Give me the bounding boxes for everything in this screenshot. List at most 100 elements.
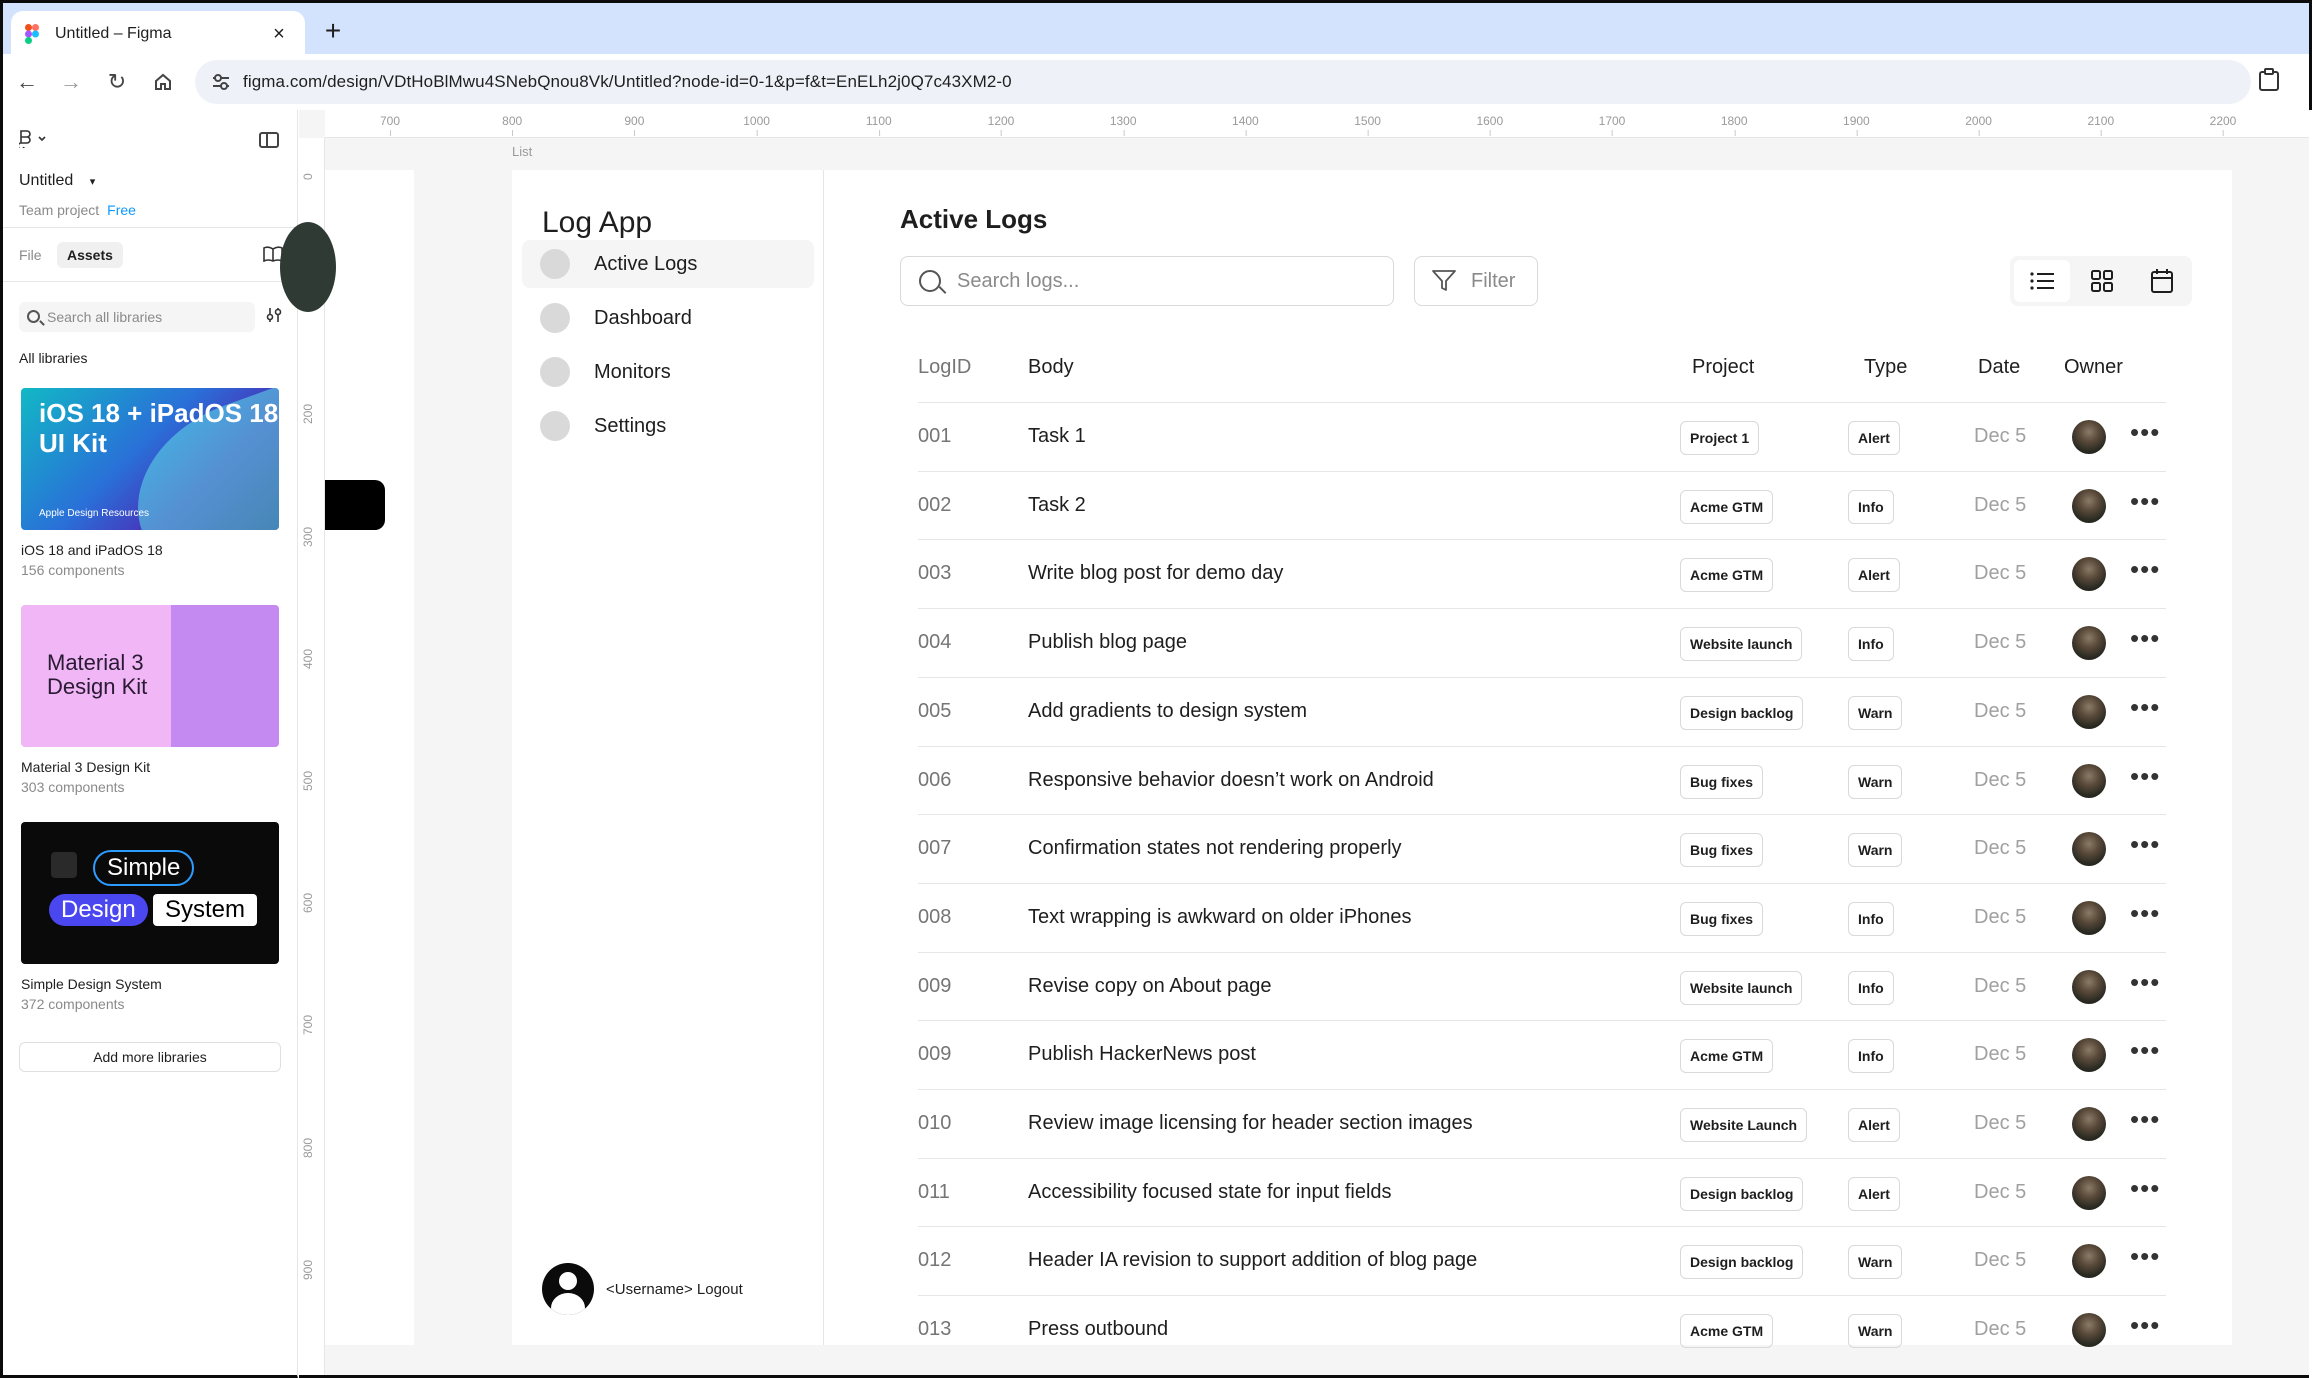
- project-tag[interactable]: Acme GTM: [1680, 558, 1774, 593]
- panel-toggle-icon[interactable]: [259, 132, 279, 148]
- column-header-date[interactable]: Date: [1978, 356, 2020, 379]
- project-tag[interactable]: Acme GTM: [1680, 1039, 1774, 1074]
- owner-avatar[interactable]: [2072, 626, 2106, 661]
- username-logout[interactable]: <Username> Logout: [606, 1281, 743, 1298]
- more-options-icon[interactable]: •••: [2130, 623, 2160, 654]
- library-name[interactable]: iOS 18 and iPadOS 18: [21, 542, 163, 558]
- clipboard-icon[interactable]: [2258, 68, 2280, 98]
- more-options-icon[interactable]: •••: [2130, 1035, 2160, 1066]
- partial-frame[interactable]: [325, 170, 414, 1345]
- project-tag[interactable]: Website launch: [1680, 627, 1803, 662]
- log-body[interactable]: Add gradients to design system: [1028, 700, 1307, 723]
- new-tab-icon[interactable]: +: [317, 15, 349, 47]
- table-row[interactable]: 007 Confirmation states not rendering pro…: [918, 814, 2166, 882]
- table-row[interactable]: 008 Text wrapping is awkward on older iPh…: [918, 882, 2166, 951]
- type-tag[interactable]: Warn: [1848, 1245, 1903, 1280]
- more-options-icon[interactable]: •••: [2130, 1104, 2160, 1135]
- log-body[interactable]: Header IA revision to support addition o…: [1028, 1249, 1477, 1272]
- project-tag[interactable]: Design backlog: [1680, 1176, 1804, 1211]
- project-tag[interactable]: Bug fixes: [1680, 833, 1764, 868]
- library-thumbnail-ios[interactable]: iOS 18 + iPadOS 18 UI Kit Apple Design R…: [21, 388, 279, 530]
- log-body[interactable]: Responsive behavior doesn’t work on Andr…: [1028, 769, 1434, 792]
- table-row[interactable]: 006 Responsive behavior doesn’t work on A…: [918, 745, 2166, 814]
- column-header-project[interactable]: Project: [1692, 356, 1754, 379]
- project-tag[interactable]: Bug fixes: [1680, 764, 1764, 799]
- calendar-view-icon[interactable]: [2134, 260, 2190, 302]
- log-body[interactable]: Write blog post for demo day: [1028, 562, 1283, 585]
- log-body[interactable]: Task 2: [1028, 494, 1086, 517]
- grid-view-icon[interactable]: [2074, 260, 2130, 302]
- column-header-body[interactable]: Body: [1028, 356, 1074, 379]
- column-header-owner[interactable]: Owner: [2064, 356, 2123, 379]
- log-body[interactable]: Publish blog page: [1028, 631, 1187, 654]
- more-options-icon[interactable]: •••: [2130, 1241, 2160, 1272]
- more-options-icon[interactable]: •••: [2130, 554, 2160, 585]
- type-tag[interactable]: Alert: [1848, 558, 1900, 593]
- filter-button[interactable]: Filter: [1414, 256, 1538, 306]
- column-header-type[interactable]: Type: [1864, 356, 1907, 379]
- owner-avatar[interactable]: [2072, 969, 2106, 1004]
- frame-label[interactable]: List: [512, 144, 532, 159]
- back-icon[interactable]: ←: [9, 64, 45, 100]
- owner-avatar[interactable]: [2072, 1107, 2106, 1141]
- list-view-icon[interactable]: [2014, 260, 2070, 302]
- library-thumbnail-material[interactable]: Material 3 Design Kit: [21, 605, 279, 747]
- close-tab-icon[interactable]: ×: [267, 23, 291, 46]
- type-tag[interactable]: Alert: [1848, 1108, 1900, 1142]
- nav-item-dashboard[interactable]: Dashboard: [522, 294, 814, 342]
- log-body[interactable]: Text wrapping is awkward on older iPhone…: [1028, 906, 1412, 929]
- log-body[interactable]: Task 1: [1028, 425, 1086, 448]
- more-options-icon[interactable]: •••: [2130, 761, 2160, 792]
- user-area[interactable]: <Username> Logout: [542, 1263, 743, 1315]
- file-name[interactable]: Untitled ▾: [19, 172, 95, 190]
- tab-file[interactable]: File: [9, 242, 52, 268]
- type-tag[interactable]: Info: [1848, 489, 1894, 524]
- tab-assets[interactable]: Assets: [57, 242, 123, 268]
- table-row[interactable]: 013 Press outbound Acme GTM Warn Dec 5 •••: [918, 1295, 2166, 1363]
- address-bar[interactable]: figma.com/design/VDtHoBlMwu4SNebQnou8Vk/…: [195, 60, 2251, 104]
- library-thumbnail-simple[interactable]: Simple Design System: [21, 822, 279, 964]
- type-tag[interactable]: Info: [1848, 901, 1894, 936]
- table-row[interactable]: 011 Accessibility focused state for input…: [918, 1157, 2166, 1226]
- table-row[interactable]: 001 Task 1 Project 1 Alert Dec 5 •••: [918, 402, 2166, 470]
- project-tag[interactable]: Bug fixes: [1680, 901, 1764, 936]
- owner-avatar[interactable]: [2072, 557, 2106, 592]
- browser-tab[interactable]: Untitled – Figma ×: [11, 11, 305, 57]
- owner-avatar[interactable]: [2072, 1038, 2106, 1073]
- nav-item-settings[interactable]: Settings: [522, 402, 814, 450]
- log-body[interactable]: Publish HackerNews post: [1028, 1043, 1256, 1066]
- project-tag[interactable]: Project 1: [1680, 421, 1760, 455]
- table-row[interactable]: 009 Revise copy on About page Website laun…: [918, 951, 2166, 1020]
- owner-avatar[interactable]: [2072, 694, 2106, 729]
- chevron-down-icon[interactable]: ▾: [90, 176, 96, 188]
- library-settings-icon[interactable]: [265, 306, 283, 329]
- search-input[interactable]: [957, 269, 1357, 293]
- log-body[interactable]: Review image licensing for header sectio…: [1028, 1112, 1473, 1135]
- log-app-frame[interactable]: Log App Active Logs Dashboard Monitors Sett…: [512, 170, 2232, 1349]
- table-row[interactable]: 002 Task 2 Acme GTM Info Dec 5 •••: [918, 470, 2166, 539]
- log-body[interactable]: Confirmation states not rendering proper…: [1028, 837, 1402, 860]
- nav-item-active-logs[interactable]: Active Logs: [522, 240, 814, 288]
- more-options-icon[interactable]: •••: [2130, 967, 2160, 998]
- owner-avatar[interactable]: [2072, 420, 2106, 454]
- project-tag[interactable]: Website launch: [1680, 970, 1803, 1005]
- project-tag[interactable]: Acme GTM: [1680, 489, 1774, 524]
- table-row[interactable]: 004 Publish blog page Website launch Info De…: [918, 608, 2166, 676]
- project-tag[interactable]: Acme GTM: [1680, 1314, 1774, 1349]
- type-tag[interactable]: Alert: [1848, 1176, 1900, 1211]
- home-icon[interactable]: [145, 64, 181, 100]
- plan-badge[interactable]: Free: [107, 202, 136, 218]
- owner-avatar[interactable]: [2072, 900, 2106, 935]
- type-tag[interactable]: Info: [1848, 627, 1894, 662]
- more-options-icon[interactable]: •••: [2130, 898, 2160, 929]
- table-row[interactable]: 003 Write blog post for demo day Acme GTM A…: [918, 539, 2166, 607]
- owner-avatar[interactable]: [2072, 763, 2106, 798]
- log-body[interactable]: Revise copy on About page: [1028, 975, 1272, 998]
- main-menu-icon[interactable]: [17, 130, 49, 153]
- type-tag[interactable]: Warn: [1848, 833, 1903, 868]
- more-options-icon[interactable]: •••: [2130, 486, 2160, 517]
- type-tag[interactable]: Warn: [1848, 1314, 1903, 1349]
- type-tag[interactable]: Warn: [1848, 695, 1903, 730]
- nav-item-monitors[interactable]: Monitors: [522, 348, 814, 396]
- owner-avatar[interactable]: [2072, 832, 2106, 867]
